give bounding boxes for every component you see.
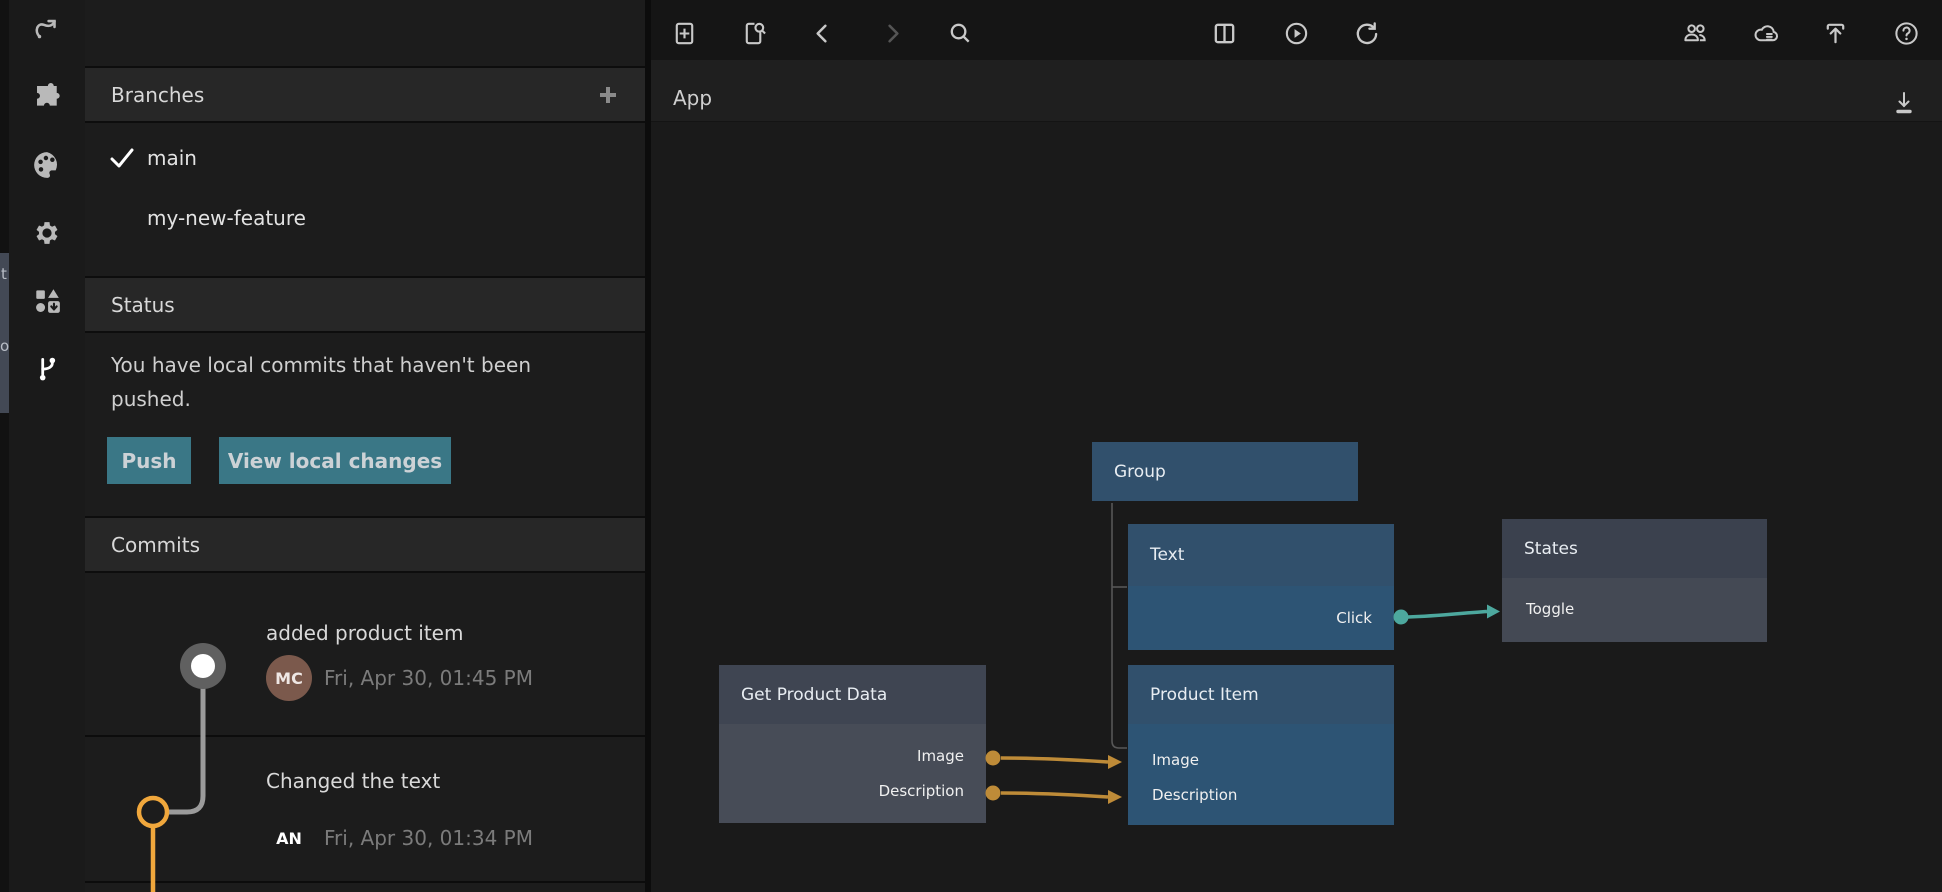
commit-meta: AN Fri, Apr 30, 01:34 PM [266,815,533,861]
node-title: Product Item [1128,665,1394,724]
commit-meta: MC Fri, Apr 30, 01:45 PM [266,655,533,701]
status-message: You have local commits that haven't been… [111,348,591,416]
branches-title: Branches [111,83,204,107]
panel-canvas-divider[interactable] [645,0,651,892]
node-title: Group [1092,442,1358,501]
settings-gear-icon[interactable] [30,216,64,250]
navigate-forward-icon[interactable] [876,17,908,49]
clipped-edge-panel: t o [0,0,9,892]
styles-palette-icon[interactable] [30,148,64,182]
push-button[interactable]: Push [107,437,191,484]
node-title: Text [1128,524,1394,586]
commit-timestamp: Fri, Apr 30, 01:34 PM [324,826,533,850]
component-breadcrumb-bar: App [651,60,1942,122]
add-branch-button[interactable] [597,84,619,106]
output-port-click[interactable]: Click [1336,609,1372,627]
collaborators-icon[interactable] [1679,17,1711,49]
commit-avatar: MC [266,655,312,701]
commit-avatar: AN [266,815,312,861]
input-port-description[interactable]: Description [1152,786,1237,804]
status-section-header: Status [85,276,645,333]
node-states[interactable]: States Toggle [1502,519,1767,642]
commits-section-header: Commits [85,516,645,573]
commit-row[interactable]: Changed the text AN Fri, Apr 30, 01:34 P… [85,737,645,883]
version-control-branch-icon[interactable] [30,351,64,385]
clipped-edge-block: t o [0,253,9,413]
marketplace-icon[interactable] [30,283,64,317]
refresh-icon[interactable] [1350,17,1382,49]
breadcrumb[interactable]: App [673,86,712,110]
output-port-description[interactable]: Description [879,782,964,800]
node-product-item[interactable]: Product Item Image Description [1128,665,1394,825]
output-port-image[interactable]: Image [917,747,964,765]
split-view-icon[interactable] [1208,17,1240,49]
node-group[interactable]: Group [1092,442,1358,501]
current-branch-check-icon [105,143,139,173]
help-icon[interactable] [1890,17,1922,49]
cloud-services-icon[interactable] [1749,17,1781,49]
branch-check-placeholder [105,203,139,233]
node-title: Get Product Data [719,665,986,724]
commits-title: Commits [111,533,200,557]
preview-play-icon[interactable] [1280,17,1312,49]
add-node-icon[interactable] [668,17,700,49]
commit-message: Changed the text [266,769,440,793]
edge-fragment-1: t [1,265,7,283]
node-text[interactable]: Text Click [1128,524,1394,650]
deploy-upload-icon[interactable] [1819,17,1851,49]
status-title: Status [111,293,175,317]
commit-timestamp: Fri, Apr 30, 01:45 PM [324,666,533,690]
view-local-changes-button[interactable]: View local changes [219,437,451,484]
download-icon[interactable] [1892,90,1916,120]
branch-name: my-new-feature [147,206,306,230]
branch-name: main [147,146,197,170]
branch-item-main[interactable]: main [85,134,645,182]
canvas-toolbar [651,0,1942,60]
commit-row[interactable]: added product item MC Fri, Apr 30, 01:45… [85,573,645,737]
noodl-logo-icon[interactable] [30,11,64,45]
navigate-back-icon[interactable] [806,17,838,49]
input-port-toggle[interactable]: Toggle [1526,600,1574,618]
search-icon[interactable] [944,17,976,49]
version-control-panel: Branches main my-new-feature Status You … [85,0,645,892]
noodl-editor-window: t o [0,0,1942,892]
input-port-image[interactable]: Image [1152,751,1199,769]
commit-message: added product item [266,621,463,645]
node-title: States [1502,519,1767,578]
edge-fragment-2: o [0,337,9,355]
activity-bar [9,0,85,892]
component-search-icon[interactable] [738,17,770,49]
branch-item-my-new-feature[interactable]: my-new-feature [85,194,645,242]
branches-section-header: Branches [85,66,645,123]
node-get-product-data[interactable]: Get Product Data Image Description [719,665,986,823]
components-puzzle-icon[interactable] [30,80,64,114]
